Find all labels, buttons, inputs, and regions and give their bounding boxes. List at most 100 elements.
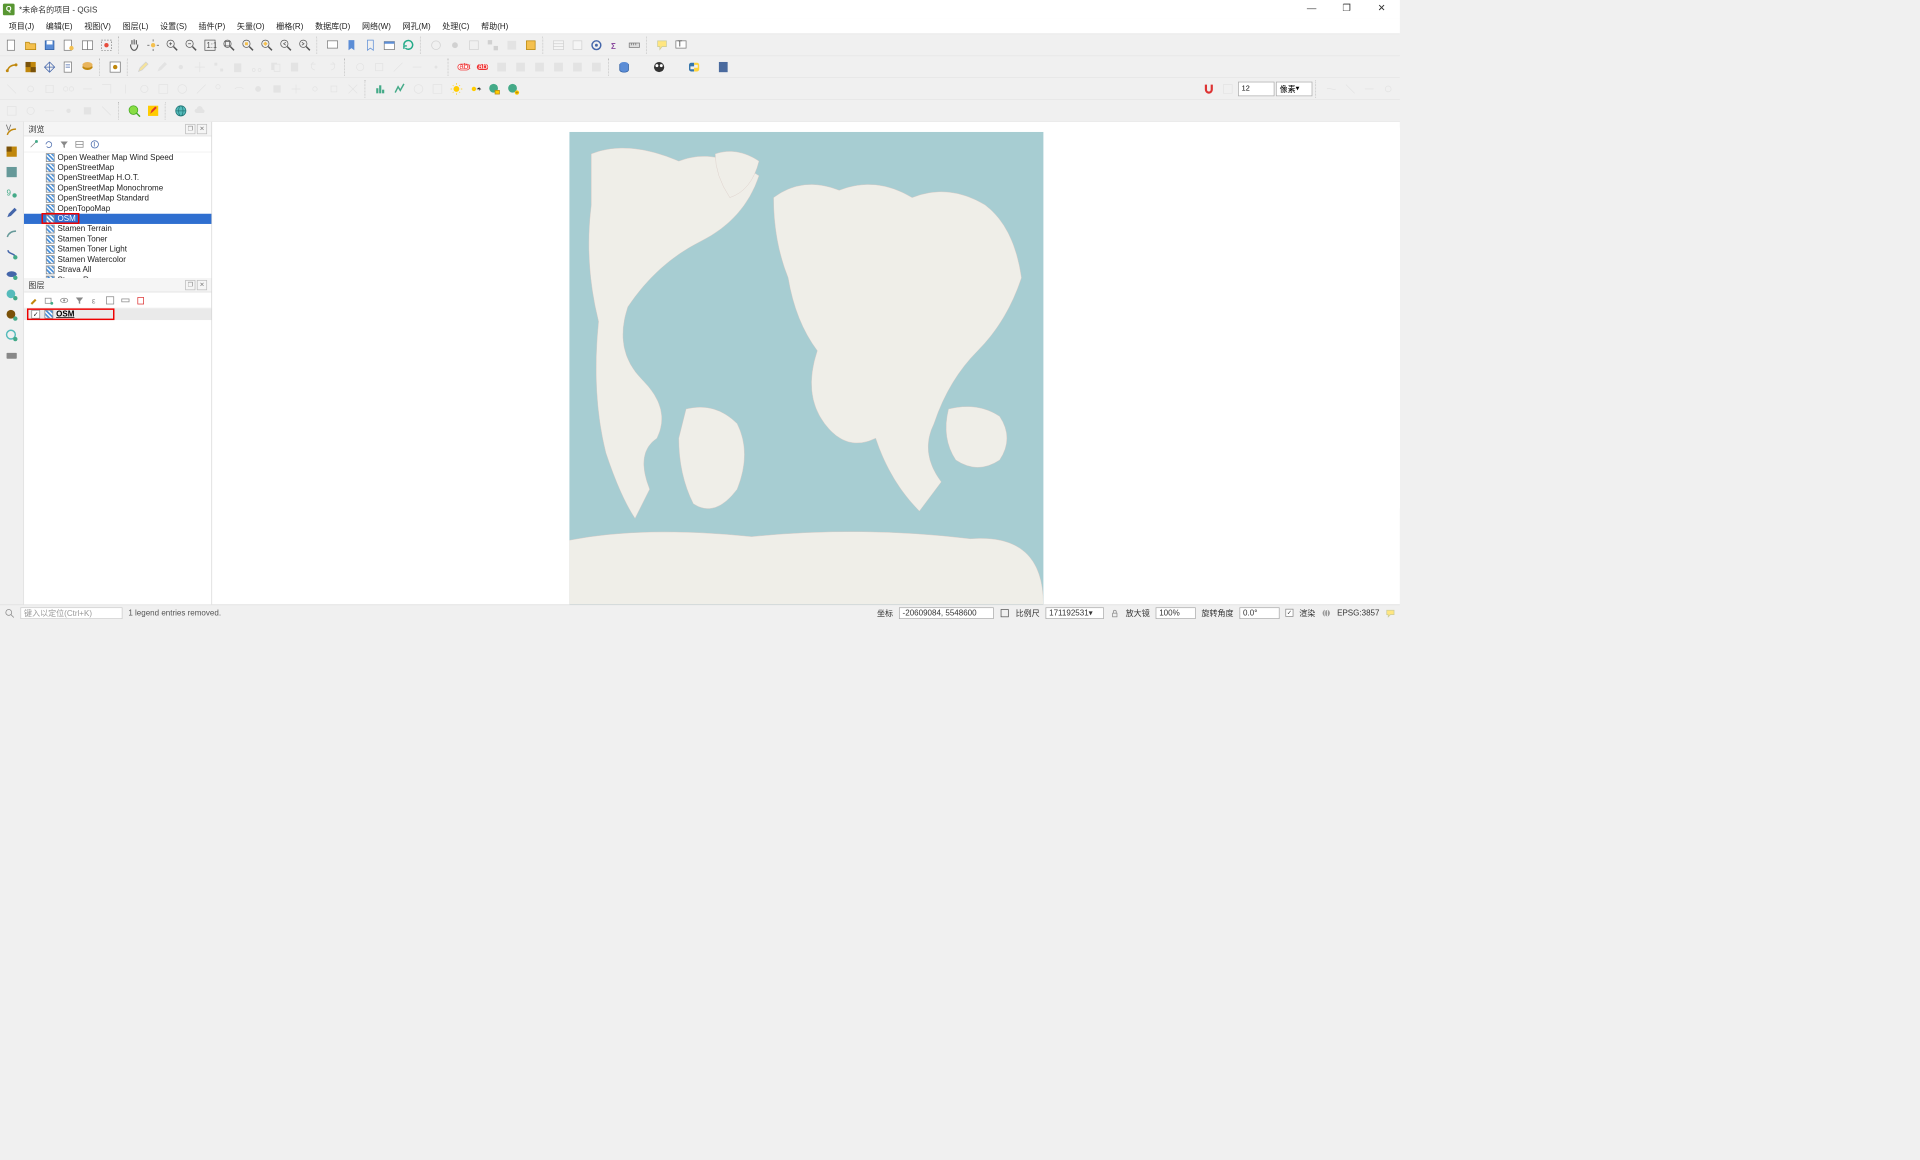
plugin-5[interactable] [79, 102, 96, 119]
zoom-to-layer-button[interactable] [258, 36, 275, 53]
snap-13[interactable] [230, 80, 247, 97]
snap-9[interactable] [155, 80, 172, 97]
temporal-button[interactable] [381, 36, 398, 53]
cut-button[interactable] [248, 58, 265, 75]
grass-3[interactable] [410, 80, 427, 97]
sun-new-button[interactable] [448, 80, 465, 97]
layers-expression-icon[interactable]: ε [88, 293, 101, 306]
maximize-button[interactable]: ❐ [1336, 2, 1358, 17]
topo-1[interactable] [1323, 80, 1340, 97]
snap-16[interactable] [287, 80, 304, 97]
snap-15[interactable] [268, 80, 285, 97]
units-combo[interactable]: 像素 ▾ [1276, 81, 1312, 96]
select-button[interactable] [465, 36, 482, 53]
magnifier-field[interactable]: 100% [1156, 607, 1196, 619]
menu-help[interactable]: 帮助(H) [475, 19, 514, 34]
snap-19[interactable] [344, 80, 361, 97]
layout-manager-button[interactable] [79, 36, 96, 53]
layers-add-group-icon[interactable] [42, 293, 55, 306]
processing-toolbox-button[interactable] [588, 36, 605, 53]
plugin-3[interactable] [41, 102, 58, 119]
field-calc-button[interactable] [569, 36, 586, 53]
label-tool-7[interactable] [569, 58, 586, 75]
label-tool-abc[interactable]: abc [474, 58, 491, 75]
zoom-out-button[interactable] [182, 36, 199, 53]
browser-panel-undock[interactable]: ❐ [185, 124, 195, 134]
browser-item[interactable]: Stamen Toner Light [24, 244, 211, 254]
digitize-1[interactable] [351, 58, 368, 75]
osm-edit-button[interactable] [144, 102, 161, 119]
layers-visibility-icon[interactable] [58, 293, 71, 306]
menu-raster[interactable]: 栅格(R) [270, 19, 309, 34]
database-button[interactable] [615, 58, 632, 75]
browser-item[interactable]: OpenStreetMap H.O.T. [24, 173, 211, 183]
snap-config-button[interactable] [1219, 80, 1236, 97]
epsg-label[interactable]: EPSG:3857 [1337, 608, 1379, 617]
refresh-button[interactable] [400, 36, 417, 53]
delete-feature-button[interactable] [229, 58, 246, 75]
browser-item[interactable]: Stamen Watercolor [24, 254, 211, 264]
menu-web[interactable]: 网络(W) [356, 19, 397, 34]
browser-properties-icon[interactable]: i [88, 137, 101, 150]
redo-button[interactable] [324, 58, 341, 75]
dock-postgis-icon[interactable] [3, 266, 20, 282]
add-vector-button[interactable] [3, 58, 20, 75]
menu-layer[interactable]: 图层(L) [117, 19, 155, 34]
dock-pencil-icon[interactable] [3, 205, 20, 221]
web-button[interactable] [650, 58, 667, 75]
quickosm-button[interactable] [125, 102, 142, 119]
bookmarks-button[interactable] [362, 36, 379, 53]
topo-3[interactable] [1361, 80, 1378, 97]
minimize-button[interactable]: — [1301, 2, 1323, 17]
identify-button[interactable] [427, 36, 444, 53]
locator-input[interactable]: 键入以定位(Ctrl+K) [20, 607, 122, 619]
copy-button[interactable] [267, 58, 284, 75]
menu-database[interactable]: 数据库(D) [309, 19, 356, 34]
dock-wms-icon[interactable] [3, 287, 20, 303]
save-project-button[interactable] [41, 36, 58, 53]
new-geopackage-button[interactable] [522, 36, 539, 53]
browser-item[interactable]: OpenStreetMap Standard [24, 193, 211, 203]
menu-processing[interactable]: 处理(C) [436, 19, 475, 34]
layers-expand-icon[interactable] [104, 293, 117, 306]
globe-lock-button[interactable] [486, 80, 503, 97]
browser-item[interactable]: Strava Run [24, 275, 211, 278]
dock-raster-icon[interactable] [3, 144, 20, 160]
python-console-button[interactable] [685, 58, 702, 75]
snap-1[interactable] [3, 80, 20, 97]
table-button[interactable] [550, 36, 567, 53]
layers-panel-close[interactable]: ✕ [197, 280, 207, 290]
zoom-last-button[interactable] [277, 36, 294, 53]
extents-icon[interactable] [1000, 608, 1010, 618]
deselect-all-button[interactable] [503, 36, 520, 53]
topo-2[interactable] [1342, 80, 1359, 97]
snap-18[interactable] [325, 80, 342, 97]
label-tool-abc-red[interactable]: abc [455, 58, 472, 75]
dock-virtual-icon[interactable] [3, 225, 20, 241]
menu-edit[interactable]: 编辑(E) [40, 19, 78, 34]
move-feature-button[interactable] [191, 58, 208, 75]
rotation-field[interactable]: 0.0° [1239, 607, 1279, 619]
snap-7[interactable] [117, 80, 134, 97]
label-tool-5[interactable] [531, 58, 548, 75]
browser-item[interactable]: OpenStreetMap Monochrome [24, 183, 211, 193]
snap-4[interactable] [60, 80, 77, 97]
zoom-to-selection-button[interactable] [239, 36, 256, 53]
add-feature-button[interactable] [172, 58, 189, 75]
topo-4[interactable] [1379, 80, 1396, 97]
measure-button[interactable] [626, 36, 643, 53]
dock-wcs-icon[interactable] [3, 307, 20, 323]
browser-refresh-icon[interactable] [42, 137, 55, 150]
browser-item[interactable]: OpenStreetMap [24, 163, 211, 173]
browser-panel-close[interactable]: ✕ [197, 124, 207, 134]
save-edits-button[interactable] [153, 58, 170, 75]
browser-item[interactable]: Strava All [24, 265, 211, 275]
plugin-1[interactable] [3, 102, 20, 119]
layers-style-icon[interactable] [27, 293, 40, 306]
close-button[interactable]: ✕ [1371, 2, 1393, 17]
layers-panel-undock[interactable]: ❐ [185, 280, 195, 290]
snap-17[interactable] [306, 80, 323, 97]
menu-settings[interactable]: 设置(S) [154, 19, 192, 34]
label-tool-6[interactable] [550, 58, 567, 75]
zoom-native-button[interactable]: 1:1 [201, 36, 218, 53]
